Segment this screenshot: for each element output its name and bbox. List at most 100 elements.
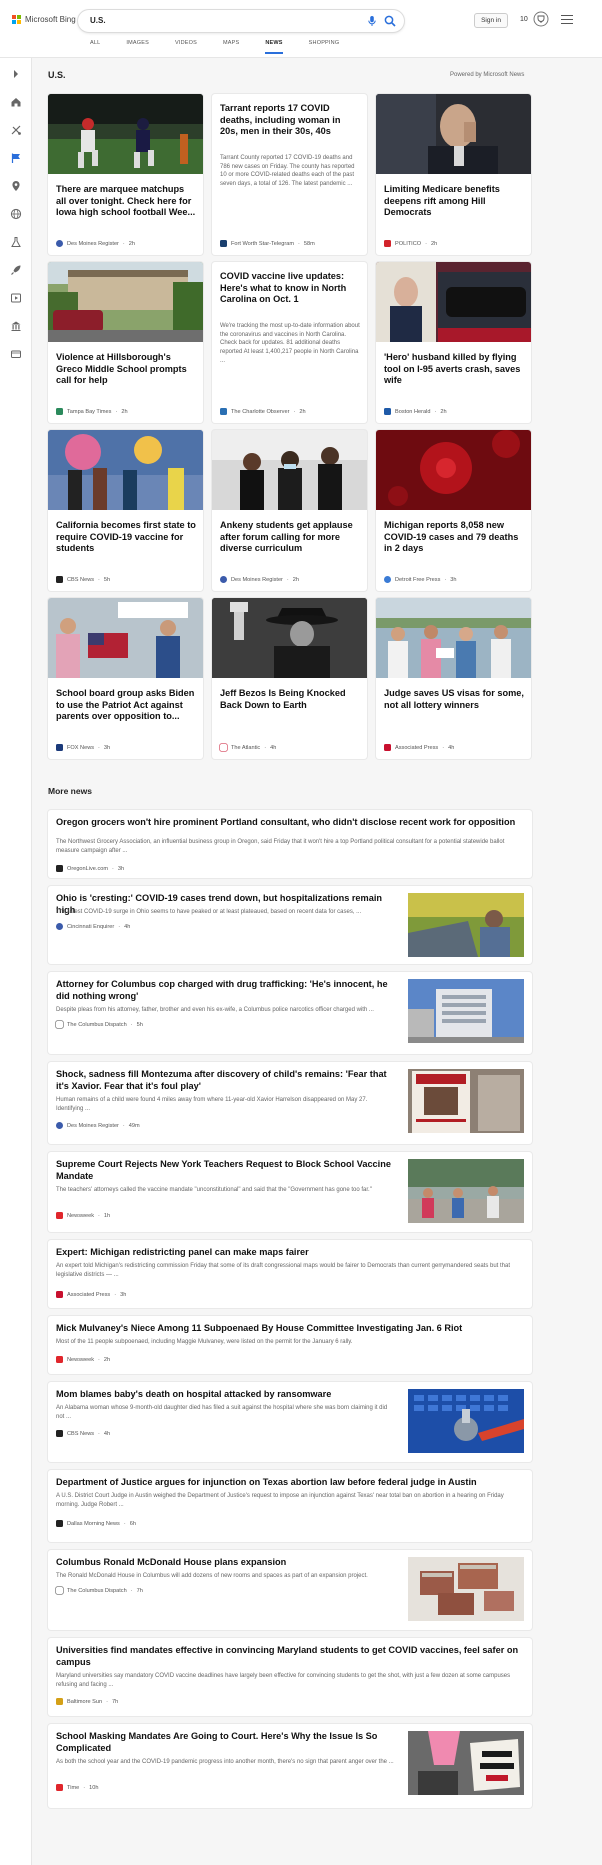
rewards-points[interactable]: 10 bbox=[520, 16, 528, 23]
news-item-title[interactable]: Expert: Michigan redistricting panel can… bbox=[56, 1247, 524, 1259]
source-name: Fort Worth Star-Telegram bbox=[231, 240, 294, 247]
news-card[interactable]: COVID vaccine live updates: Here's what … bbox=[212, 262, 367, 423]
news-item-title[interactable]: Mick Mulvaney's Niece Among 11 Subpoenae… bbox=[56, 1323, 524, 1335]
sign-in-button[interactable]: Sign in bbox=[474, 13, 508, 28]
search-box[interactable]: U.S. bbox=[78, 10, 404, 32]
source-name: Des Moines Register bbox=[67, 1122, 119, 1129]
source-logo-icon bbox=[56, 1212, 63, 1219]
source-time: 7h bbox=[112, 1698, 119, 1705]
news-card[interactable]: Michigan reports 8,058 new COVID-19 case… bbox=[376, 430, 531, 591]
tab-maps[interactable]: MAPS bbox=[223, 40, 239, 54]
video-icon[interactable] bbox=[10, 348, 22, 360]
card-title[interactable]: Ankeny students get applause after forum… bbox=[220, 520, 360, 555]
news-list-item[interactable]: Ohio is 'cresting:' COVID-19 cases trend… bbox=[48, 886, 532, 964]
rewards-icon[interactable] bbox=[533, 11, 549, 27]
news-item-title[interactable]: Shock, sadness fill Montezuma after disc… bbox=[56, 1069, 396, 1093]
expand-icon[interactable] bbox=[10, 68, 22, 80]
news-item-title[interactable]: School Masking Mandates Are Going to Cou… bbox=[56, 1731, 396, 1755]
card-title[interactable]: Tarrant reports 17 COVID deaths, includi… bbox=[220, 103, 360, 138]
tab-videos[interactable]: VIDEOS bbox=[175, 40, 197, 54]
sports-icon[interactable] bbox=[10, 124, 22, 136]
source-logo-icon bbox=[56, 744, 63, 751]
source-time: 4h bbox=[124, 923, 131, 930]
card-title[interactable]: California becomes first state to requir… bbox=[56, 520, 196, 555]
flag-icon[interactable] bbox=[10, 152, 22, 164]
news-item-title[interactable]: Columbus Ronald McDonald House plans exp… bbox=[56, 1557, 396, 1569]
news-card[interactable]: School board group asks Biden to use the… bbox=[48, 598, 203, 759]
location-icon[interactable] bbox=[10, 180, 22, 192]
science-icon[interactable] bbox=[10, 236, 22, 248]
powered-by-label[interactable]: Powered by Microsoft News bbox=[450, 72, 524, 78]
news-list-item[interactable]: Universities find mandates effective in … bbox=[48, 1638, 532, 1716]
home-icon[interactable] bbox=[10, 96, 22, 108]
card-snippet: Tarrant County reported 17 COVID-19 deat… bbox=[220, 155, 355, 188]
news-list-item[interactable]: School Masking Mandates Are Going to Cou… bbox=[48, 1724, 532, 1808]
news-list-item[interactable]: Department of Justice argues for injunct… bbox=[48, 1470, 532, 1542]
microphone-icon[interactable] bbox=[366, 15, 378, 27]
source-logo-icon bbox=[56, 865, 63, 872]
news-list-item[interactable]: Mick Mulvaney's Niece Among 11 Subpoenae… bbox=[48, 1316, 532, 1374]
news-item-title[interactable]: Department of Justice argues for injunct… bbox=[56, 1477, 524, 1489]
hamburger-menu-icon[interactable] bbox=[561, 15, 573, 24]
rocket-icon[interactable] bbox=[10, 264, 22, 276]
entertainment-icon[interactable] bbox=[10, 292, 22, 304]
news-item-title[interactable]: Attorney for Columbus cop charged with d… bbox=[56, 979, 396, 1003]
money-icon[interactable] bbox=[10, 320, 22, 332]
source-logo-icon bbox=[56, 1587, 63, 1594]
source-time: 49m bbox=[128, 1122, 140, 1129]
news-item-snippet: A U.S. District Court Judge in Austin we… bbox=[56, 1493, 504, 1508]
tab-shopping[interactable]: SHOPPING bbox=[309, 40, 340, 54]
category-rail bbox=[0, 58, 32, 1865]
news-card[interactable]: Ankeny students get applause after forum… bbox=[212, 430, 367, 591]
tab-all[interactable]: ALL bbox=[90, 40, 100, 54]
news-thumbnail bbox=[408, 1069, 524, 1133]
news-list-item[interactable]: Supreme Court Rejects New York Teachers … bbox=[48, 1152, 532, 1232]
card-title[interactable]: Michigan reports 8,058 new COVID-19 case… bbox=[384, 520, 524, 555]
news-list-item[interactable]: Expert: Michigan redistricting panel can… bbox=[48, 1240, 532, 1308]
news-card[interactable]: Tarrant reports 17 COVID deaths, includi… bbox=[212, 94, 367, 255]
news-card[interactable]: There are marquee matchups all over toni… bbox=[48, 94, 203, 255]
card-source: Detroit Free Press · 3h bbox=[384, 576, 457, 583]
card-source: CBS News · 5h bbox=[56, 576, 110, 583]
card-source: FOX News · 3h bbox=[56, 744, 110, 751]
news-card[interactable]: 'Hero' husband killed by flying tool on … bbox=[376, 262, 531, 423]
news-card[interactable]: Violence at Hillsborough's Greco Middle … bbox=[48, 262, 203, 423]
tab-news[interactable]: NEWS bbox=[265, 40, 283, 54]
card-title[interactable]: There are marquee matchups all over toni… bbox=[56, 184, 196, 219]
source-time: 5h bbox=[103, 576, 111, 583]
card-title[interactable]: Limiting Medicare benefits deepens rift … bbox=[384, 184, 524, 219]
source-logo-icon bbox=[56, 408, 63, 415]
news-card[interactable]: California becomes first state to requir… bbox=[48, 430, 203, 591]
news-item-title[interactable]: Oregon grocers won't hire prominent Port… bbox=[56, 817, 524, 829]
source-time: 2h bbox=[299, 408, 306, 415]
source-time: 10h bbox=[89, 1784, 99, 1791]
news-list-item[interactable]: Oregon grocers won't hire prominent Port… bbox=[48, 810, 532, 878]
news-list-item[interactable]: Mom blames baby's death on hospital atta… bbox=[48, 1382, 532, 1462]
search-icon[interactable] bbox=[384, 15, 396, 27]
search-input[interactable]: U.S. bbox=[90, 16, 106, 25]
card-title[interactable]: School board group asks Biden to use the… bbox=[56, 688, 196, 723]
news-item-title[interactable]: Mom blames baby's death on hospital atta… bbox=[56, 1389, 396, 1401]
news-item-title[interactable]: Supreme Court Rejects New York Teachers … bbox=[56, 1159, 396, 1183]
news-card[interactable]: Limiting Medicare benefits deepens rift … bbox=[376, 94, 531, 255]
news-card[interactable]: Jeff Bezos Is Being Knocked Back Down to… bbox=[212, 598, 367, 759]
news-item-title[interactable]: Universities find mandates effective in … bbox=[56, 1645, 524, 1669]
source-time: 4h bbox=[103, 1430, 111, 1437]
news-item-source: The Columbus Dispatch · 5h bbox=[56, 1021, 143, 1028]
globe-icon[interactable] bbox=[10, 208, 22, 220]
card-title[interactable]: 'Hero' husband killed by flying tool on … bbox=[384, 352, 524, 387]
news-list-item[interactable]: Attorney for Columbus cop charged with d… bbox=[48, 972, 532, 1054]
search-tabs: ALL IMAGES VIDEOS MAPS NEWS SHOPPING bbox=[90, 40, 365, 54]
tab-images[interactable]: IMAGES bbox=[126, 40, 149, 54]
news-list-item[interactable]: Shock, sadness fill Montezuma after disc… bbox=[48, 1062, 532, 1144]
bing-logo[interactable]: Microsoft Bing bbox=[12, 15, 76, 24]
card-title[interactable]: Jeff Bezos Is Being Knocked Back Down to… bbox=[220, 688, 360, 711]
source-logo-icon bbox=[220, 408, 227, 415]
source-name: POLITICO bbox=[395, 240, 422, 247]
news-card[interactable]: Judge saves US visas for some, not all l… bbox=[376, 598, 531, 759]
card-title[interactable]: Violence at Hillsborough's Greco Middle … bbox=[56, 352, 196, 387]
card-title[interactable]: Judge saves US visas for some, not all l… bbox=[384, 688, 524, 711]
source-name: CBS News bbox=[67, 1430, 95, 1437]
card-title[interactable]: COVID vaccine live updates: Here's what … bbox=[220, 271, 360, 306]
news-list-item[interactable]: Columbus Ronald McDonald House plans exp… bbox=[48, 1550, 532, 1630]
